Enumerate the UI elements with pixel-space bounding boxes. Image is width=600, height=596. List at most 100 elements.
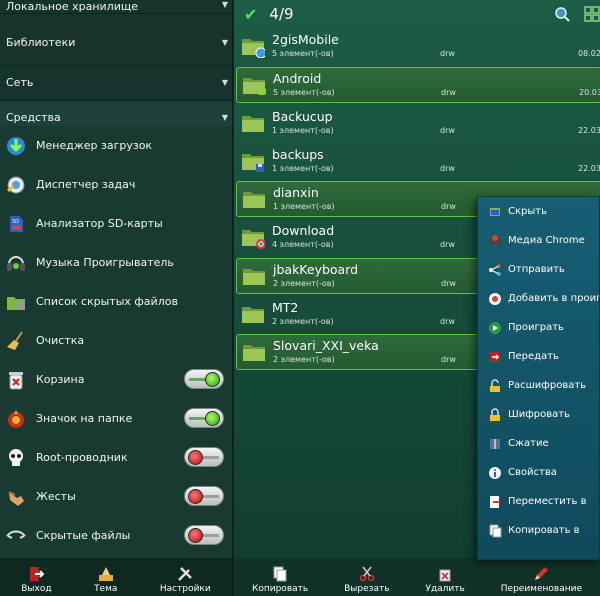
file-permissions: drw [441,279,456,288]
gestures-toggle[interactable] [184,486,224,506]
context-menu-item[interactable]: Шифровать [478,400,599,429]
task-manager-icon [4,173,28,197]
folder-badge-toggle[interactable] [184,408,224,428]
rename-label: Переименование [500,584,582,594]
file-name: dianxin [273,185,319,200]
theme-label: Тема [94,584,118,594]
share-icon [489,263,501,276]
context-menu-item[interactable]: Передать [478,342,599,371]
file-permissions: drw [440,49,455,58]
context-menu-item[interactable]: Сжатие [478,429,599,458]
trash-icon [4,368,28,392]
settings-label: Настройки [159,584,211,594]
scissors-icon [359,566,375,582]
file-item-count: 1 элемент(-ов) [273,202,335,211]
folder-icon [243,78,266,95]
tool-label: Скрытые файлы [36,529,131,542]
play-icon [489,321,501,334]
tool-music-player[interactable]: Музыка Проигрыватель [0,243,232,282]
eye-icon [4,524,28,548]
tool-task-manager[interactable]: Диспетчер задач [0,165,232,204]
move-to-icon [490,495,500,508]
context-menu-item[interactable]: Расшифровать [478,371,599,400]
sidebar-section-label: Локальное хранилище [6,0,138,13]
tool-root-explorer[interactable]: Root-проводник [0,438,232,477]
tool-hidden-files[interactable]: Скрытые файлы [0,516,232,555]
tool-sd-analyzer[interactable]: SD Анализатор SD-карты [0,204,232,243]
tool-folder-badge[interactable]: Значок на папке [0,399,232,438]
svg-text:SD: SD [12,219,19,225]
context-menu-label: Сжатие [508,438,549,449]
file-date: 22.03 [578,164,600,173]
context-menu-item[interactable]: Добавить в проигрыв [478,284,599,313]
select-all-check-icon[interactable]: ✔ [244,5,257,24]
folder-icon [243,192,265,208]
tool-download-manager[interactable]: Менеджер загрузок [0,126,232,165]
tool-recycle-bin[interactable]: Корзина [0,360,232,399]
file-item-count: 2 элемент(-ов) [273,279,335,288]
sidebar-section-libraries[interactable]: Библиотеки ▼ [0,14,232,66]
tool-label: Менеджер загрузок [36,139,153,152]
copy-to-icon [489,524,502,537]
context-menu-item[interactable]: Скрыть [478,197,599,226]
grid-view-icon[interactable] [584,6,600,22]
file-name: backups [272,147,324,162]
file-date: 20.03 [579,88,600,97]
context-menu-label: Копировать в [508,525,580,536]
topbar-icons [554,6,600,22]
root-explorer-toggle[interactable] [184,447,224,467]
theme-button[interactable]: Тема [94,566,117,594]
file-permissions: drw [441,202,456,211]
rename-button[interactable]: Переименование [501,566,582,594]
context-menu-item[interactable]: Копировать в [478,516,599,545]
cut-label: Вырезать [344,584,390,594]
settings-button[interactable]: Настройки [160,566,211,594]
tool-label: Root-проводник [36,451,128,464]
copy-label: Копировать [251,584,309,594]
file-row[interactable]: backups 1 элемент(-ов) drw 22.03 [236,144,600,180]
file-permissions: drw [441,355,456,364]
context-menu-label: Проиграть [508,322,564,333]
folder-icon [242,230,265,249]
folder-badge-icon [4,407,28,431]
context-menu-label: Передать [508,351,559,362]
file-item-count: 1 элемент(-ов) [272,164,334,173]
delete-button[interactable]: Удалить [425,566,465,594]
file-row[interactable]: 2gisMobile 5 элемент(-ов) drw 08.02 [236,29,600,65]
file-permissions: drw [441,88,456,97]
sidebar: Локальное хранилище ▼ Библиотеки ▼ Сеть … [0,0,233,596]
file-row[interactable]: Android 5 элемент(-ов) drw 20.03 [236,67,600,103]
exit-icon [30,567,45,581]
recycle-bin-toggle[interactable] [184,369,224,389]
context-menu-item[interactable]: Переместить в [478,487,599,516]
file-item-count: 1 элемент(-ов) [272,126,334,135]
unlock-icon [490,378,500,392]
file-name: jbakKeyboard [273,262,359,277]
context-menu-item[interactable]: Проиграть [478,313,599,342]
context-menu-label: Медиа Chrome [508,235,585,246]
file-item-count: 5 элемент(-ов) [272,49,334,58]
hidden-list-icon [4,290,28,314]
context-menu-item[interactable]: Свойства [478,458,599,487]
context-menu-item[interactable]: Медиа Chrome [478,226,599,255]
tool-gestures[interactable]: Жесты [0,477,232,516]
file-name: MT2 [272,300,299,315]
copy-button[interactable]: Копировать [252,566,308,594]
sidebar-section-local-storage[interactable]: Локальное хранилище ▼ [0,0,232,14]
info-icon [489,466,501,479]
context-menu-label: Переместить в [508,496,587,507]
search-icon[interactable] [554,6,570,22]
folder-icon [242,116,264,132]
context-menu-item[interactable]: Отправить [478,255,599,284]
exit-button[interactable]: Выход [21,566,52,594]
tool-cleanup[interactable]: Очистка [0,321,232,360]
tool-hidden-list[interactable]: Список скрытых файлов [0,282,232,321]
skull-icon [4,446,28,470]
file-item-count: 2 элемент(-ов) [272,317,334,326]
chevron-down-icon: ▼ [221,38,228,47]
cut-button[interactable]: Вырезать [344,566,390,594]
file-row[interactable]: Backucup 1 элемент(-ов) drw 22.03 [236,106,600,142]
hidden-files-toggle[interactable] [184,525,224,545]
sidebar-section-network[interactable]: Сеть ▼ [0,66,232,101]
file-item-count: 2 элемент(-ов) [273,355,335,364]
